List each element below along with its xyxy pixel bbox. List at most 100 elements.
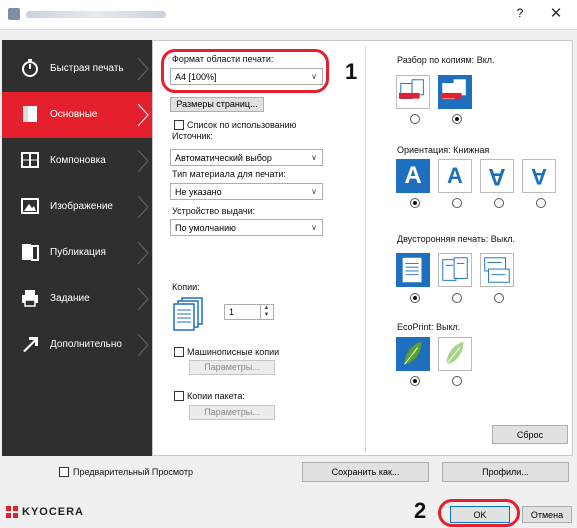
sidebar-item-label: Компоновка [50,155,106,166]
ecoprint-label-text: EcoPrint: [397,322,434,332]
chevron-right-icon [137,287,149,311]
layout-grid-icon [21,152,39,168]
sidebar-item-label: Публикация [50,247,106,258]
annotation-number-2: 2 [414,498,427,523]
media-type-value: Не указано [175,187,222,197]
letter-a-rotated-icon: A [488,163,506,190]
kyocera-logo-icon [6,506,18,518]
publication-icon [22,244,39,261]
sidebar-item-layout[interactable]: Компоновка [2,138,152,184]
chevron-down-icon: ∨ [311,187,317,196]
ecoprint-off-radio[interactable] [410,376,420,386]
collate-label: Разбор по копиям: Вкл. [397,55,495,65]
duplex-off-tile[interactable] [396,253,430,287]
annotation-number-1: 1 [345,59,358,84]
collate-on-tile[interactable] [438,75,472,109]
duplex-short-edge-radio[interactable] [494,293,504,303]
app-icon [8,8,20,20]
copies-label: Копии: [172,282,200,292]
help-button[interactable]: ? [510,6,530,24]
letter-a-landscape-rotated-icon: A [531,164,547,189]
save-as-button[interactable]: Сохранить как... [302,462,429,482]
title-bar: ? ✕ [0,0,577,30]
orientation-landscape-rotated-tile[interactable]: A [522,159,556,193]
reset-button[interactable]: Сброс [492,425,568,444]
sidebar-item-label: Основные [50,109,98,120]
media-type-select[interactable]: Не указано ∨ [170,183,323,200]
orientation-portrait-rotated-tile[interactable]: A [480,159,514,193]
sidebar-item-image[interactable]: Изображение [2,184,152,230]
size-list-checkbox[interactable] [174,120,184,130]
printer-job-icon [22,290,38,307]
collate-off-tile[interactable] [396,75,430,109]
orientation-label-text: Ориентация: [397,145,451,155]
output-device-label: Устройство выдачи: [172,206,256,216]
sidebar: Быстрая печать Основные Компоновка Изобр… [2,40,152,456]
orientation-landscape-rotated-radio[interactable] [536,198,546,208]
preview-label: Предварительный Просмотр [73,467,193,477]
profiles-button[interactable]: Профили... [442,462,569,482]
document-icon [23,106,37,122]
duplex-off-radio[interactable] [410,293,420,303]
ecoprint-on-tile[interactable] [438,337,472,371]
ok-button[interactable]: OK [450,506,510,523]
ecoprint-value: Выкл. [436,322,461,332]
brand-label: KYOCERA [22,506,85,518]
collate-off-radio[interactable] [410,114,420,124]
batch-params-button[interactable]: Параметры... [189,405,275,420]
leaf-icon [404,341,422,365]
chevron-right-icon [137,241,149,265]
output-device-select[interactable]: По умолчанию ∨ [170,219,323,236]
page-sizes-button[interactable]: Размеры страниц... [170,97,264,112]
collate-on-radio[interactable] [452,114,462,124]
ecoprint-on-radio[interactable] [452,376,462,386]
stopwatch-icon [22,59,38,77]
typist-copies-checkbox[interactable] [174,347,184,357]
sidebar-item-job[interactable]: Задание [2,276,152,322]
sidebar-item-basic[interactable]: Основные [2,92,152,138]
duplex-short-edge-icon [484,257,510,283]
orientation-portrait-radio[interactable] [410,198,420,208]
output-device-value: По умолчанию [175,223,236,233]
orientation-landscape-radio[interactable] [452,198,462,208]
duplex-short-edge-tile[interactable] [480,253,514,287]
duplex-long-edge-tile[interactable] [438,253,472,287]
copies-value: 1 [229,307,235,317]
preview-checkbox[interactable] [59,467,69,477]
size-list-label: Список по использованию [187,120,297,130]
source-select[interactable]: Автоматический выбор ∨ [170,149,323,166]
media-type-label: Тип материала для печати: [172,169,286,179]
copies-stack-icon [173,297,203,331]
sidebar-item-advanced[interactable]: Дополнительно [2,322,152,368]
duplex-long-edge-radio[interactable] [452,293,462,303]
typist-copies-label: Машинописные копии [187,347,280,357]
ecoprint-off-tile[interactable] [396,337,430,371]
bottom-bar: Предварительный Просмотр Сохранить как..… [2,458,573,488]
duplex-value: Выкл. [490,234,515,244]
sidebar-item-publishing[interactable]: Публикация [2,230,152,276]
chevron-right-icon [137,195,149,219]
source-value: Автоматический выбор [175,153,272,163]
close-button[interactable]: ✕ [545,4,567,24]
basic-settings-panel: Формат области печати: A4 [100%] ∨ 1 Раз… [152,40,573,456]
single-sided-icon [402,257,422,283]
source-label: Источник: [172,131,213,141]
arrow-advanced-icon [23,337,38,352]
batch-copies-checkbox[interactable] [174,391,184,401]
cancel-button[interactable]: Отмена [522,506,572,523]
leaf-light-icon [446,341,464,365]
orientation-value: Книжная [453,145,490,155]
duplex-label: Двусторонняя печать: Выкл. [397,234,515,244]
orientation-portrait-rotated-radio[interactable] [494,198,504,208]
footer: KYOCERA 2 OK Отмена [0,494,577,528]
copies-spinner[interactable]: ▲ ▼ [260,305,272,319]
orientation-landscape-tile[interactable]: A [438,159,472,193]
collate-off-icon [398,79,424,100]
collate-value: Вкл. [476,55,495,65]
sidebar-item-label: Дополнительно [50,339,122,350]
duplex-label-text: Двусторонняя печать: [397,234,489,244]
sidebar-item-quick-print[interactable]: Быстрая печать [2,46,152,92]
typist-params-button[interactable]: Параметры... [189,360,275,375]
chevron-down-icon: ∨ [311,153,317,162]
orientation-portrait-tile[interactable]: A [396,159,430,193]
